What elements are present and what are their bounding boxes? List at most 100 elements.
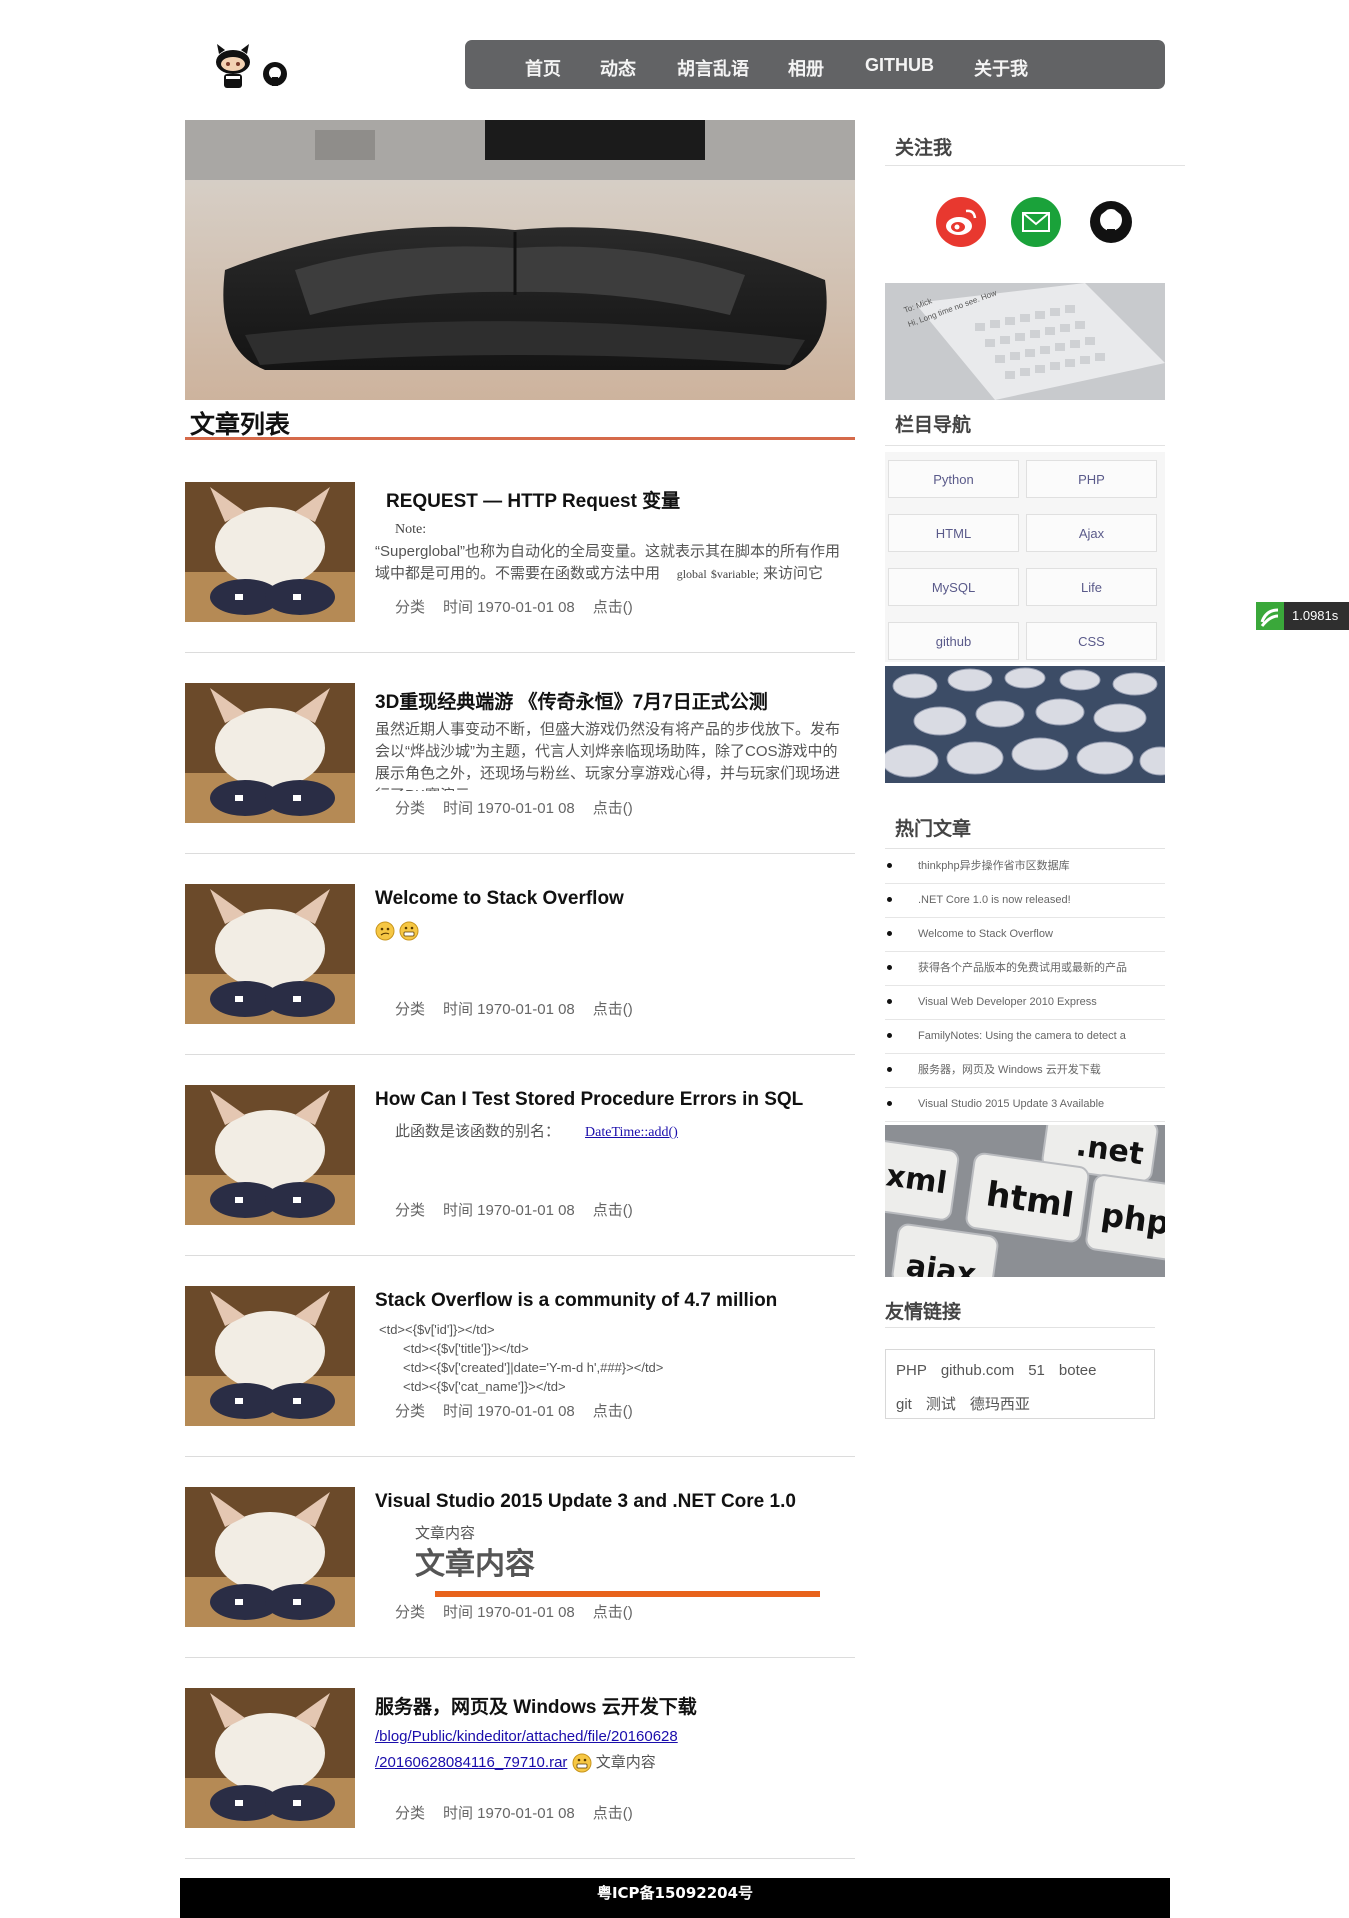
hot-article-label: 服务器，网页及 Windows 云开发下载	[918, 1064, 1101, 1076]
divider	[185, 1054, 855, 1055]
friend-link[interactable]: botee	[1059, 1362, 1097, 1379]
meta-time: 时间 1970-01-01 08	[443, 1604, 575, 1621]
title-underline	[185, 437, 855, 440]
nav-item-github[interactable]: GITHUB	[865, 55, 934, 76]
meta-category[interactable]: 分类	[395, 1604, 425, 1621]
nav-item-album[interactable]: 相册	[788, 55, 824, 81]
bullet-icon	[887, 862, 892, 868]
hot-article-item[interactable]: 服务器，网页及 Windows 云开发下载	[885, 1054, 1165, 1088]
excerpt-small-heading: 文章内容	[415, 1525, 476, 1542]
meta-clicks: 点击()	[592, 1604, 633, 1621]
article-item: Visual Studio 2015 Update 3 and .NET Cor…	[185, 1487, 855, 1688]
article-title[interactable]: Stack Overflow is a community of 4.7 mil…	[375, 1290, 777, 1312]
follow-divider	[885, 165, 1185, 166]
category-mysql[interactable]: MySQL	[888, 568, 1019, 606]
friend-link[interactable]: 51	[1028, 1362, 1045, 1379]
article-meta: 分类 时间 1970-01-01 08 点击()	[395, 1601, 651, 1622]
grinning-face-icon	[399, 921, 419, 941]
divider	[185, 1255, 855, 1256]
article-title[interactable]: REQUEST — HTTP Request 变量	[386, 486, 680, 513]
category-github[interactable]: github	[888, 622, 1019, 660]
nav-item-news[interactable]: 动态	[600, 55, 636, 81]
article-meta: 分类 时间 1970-01-01 08 点击()	[395, 998, 651, 1019]
bullet-icon	[887, 998, 892, 1004]
icp-record[interactable]: 粤ICP备15092204号	[597, 1884, 753, 1902]
article-item: Welcome to Stack Overflow 分类 时间 1970-01-0…	[185, 884, 855, 1085]
meta-category[interactable]: 分类	[395, 1001, 425, 1018]
hot-article-item[interactable]: Welcome to Stack Overflow	[885, 918, 1165, 952]
article-excerpt: 虽然近期人事变动不断，但盛大游戏仍然没有将产品的步伐放下。发布会以“烨战沙城”为…	[375, 721, 841, 791]
article-title[interactable]: Visual Studio 2015 Update 3 and .NET Cor…	[375, 1491, 796, 1513]
meta-category[interactable]: 分类	[395, 599, 425, 616]
mail-icon[interactable]	[1010, 196, 1062, 248]
category-html[interactable]: HTML	[888, 514, 1019, 552]
divider	[185, 1456, 855, 1457]
hot-article-item[interactable]: 获得各个产品版本的免费试用或最新的产品	[885, 952, 1165, 986]
stones-photo	[885, 666, 1165, 783]
article-thumbnail[interactable]	[185, 1487, 355, 1627]
excerpt-code-2: $variable;	[710, 567, 759, 581]
categories-title: 栏目导航	[895, 414, 972, 436]
article-meta: 分类 时间 1970-01-01 08 点击()	[395, 797, 651, 818]
excerpt-big-heading: 文章内容	[415, 1548, 535, 1581]
nav-item-essays[interactable]: 胡言乱语	[677, 55, 749, 81]
download-link[interactable]: /blog/Public/kindeditor/attached/file/20…	[375, 1728, 678, 1745]
article-meta: 分类 时间 1970-01-01 08 点击()	[395, 1199, 651, 1220]
friend-link[interactable]: git	[896, 1396, 912, 1413]
confused-face-icon	[375, 921, 395, 941]
meta-clicks: 点击()	[592, 1001, 633, 1018]
article-excerpt: 文章内容 文章内容	[375, 1523, 850, 1603]
hot-article-item[interactable]: Visual Web Developer 2010 Express	[885, 986, 1165, 1020]
hot-article-item[interactable]: thinkphp异步操作省市区数据库	[885, 850, 1165, 884]
download-link-2[interactable]: /20160628084116_79710.rar	[375, 1754, 567, 1771]
divider	[185, 853, 855, 854]
friend-link[interactable]: github.com	[941, 1362, 1014, 1379]
excerpt-text-2: 来访问它	[763, 565, 824, 582]
category-css[interactable]: CSS	[1026, 622, 1157, 660]
article-thumbnail[interactable]	[185, 1286, 355, 1426]
nav-item-about[interactable]: 关于我	[974, 55, 1028, 81]
category-ajax[interactable]: Ajax	[1026, 514, 1157, 552]
hot-article-item[interactable]: .NET Core 1.0 is now released!	[885, 884, 1165, 918]
page-timer-badge[interactable]: 1.0981s	[1256, 602, 1349, 630]
meta-category[interactable]: 分类	[395, 1805, 425, 1822]
article-thumbnail[interactable]	[185, 884, 355, 1024]
article-thumbnail[interactable]	[185, 1085, 355, 1225]
meta-clicks: 点击()	[592, 1202, 633, 1219]
octocat-logo-icon	[216, 44, 287, 88]
hero-keyboard-image	[185, 120, 855, 400]
article-thumbnail[interactable]	[185, 683, 355, 823]
timer-icon	[1256, 602, 1284, 630]
site-logo[interactable]	[211, 44, 297, 92]
hot-article-item[interactable]: Visual Studio 2015 Update 3 Available	[885, 1088, 1165, 1122]
friend-link[interactable]: 测试	[926, 1396, 956, 1413]
friend-link[interactable]: PHP	[896, 1362, 927, 1379]
meta-clicks: 点击()	[592, 800, 633, 817]
weibo-icon[interactable]	[935, 196, 987, 248]
meta-category[interactable]: 分类	[395, 1403, 425, 1420]
hot-articles-title: 热门文章	[895, 818, 972, 840]
article-title[interactable]: 服务器，网页及 Windows 云开发下载	[375, 1692, 697, 1719]
category-python[interactable]: Python	[888, 460, 1019, 498]
code-line: <td><{$v['created']|date='Y-m-d h',###}>…	[403, 1360, 664, 1375]
article-item: How Can I Test Stored Procedure Errors i…	[185, 1085, 855, 1286]
article-item: REQUEST — HTTP Request 变量 Note: “Supergl…	[185, 482, 855, 683]
categories-divider	[885, 445, 1165, 446]
github-icon[interactable]	[1085, 196, 1137, 248]
bullet-icon	[887, 1100, 892, 1106]
article-title[interactable]: Welcome to Stack Overflow	[375, 888, 624, 910]
meta-category[interactable]: 分类	[395, 1202, 425, 1219]
article-title[interactable]: How Can I Test Stored Procedure Errors i…	[375, 1089, 803, 1111]
hot-article-item[interactable]: FamilyNotes: Using the camera to detect …	[885, 1020, 1165, 1054]
friend-link[interactable]: 德玛西亚	[970, 1396, 1030, 1413]
category-php[interactable]: PHP	[1026, 460, 1157, 498]
meta-category[interactable]: 分类	[395, 800, 425, 817]
meta-time: 时间 1970-01-01 08	[443, 800, 575, 817]
nav-item-home[interactable]: 首页	[525, 55, 561, 81]
article-thumbnail[interactable]	[185, 482, 355, 622]
article-title[interactable]: 3D重现经典端游 《传奇永恒》7月7日正式公测	[375, 687, 768, 714]
friend-links-box: PHP github.com 51 botee git 测试 德玛西亚	[885, 1349, 1155, 1419]
category-life[interactable]: Life	[1026, 568, 1157, 606]
article-thumbnail[interactable]	[185, 1688, 355, 1828]
excerpt-link[interactable]: DateTime::add()	[585, 1125, 678, 1140]
